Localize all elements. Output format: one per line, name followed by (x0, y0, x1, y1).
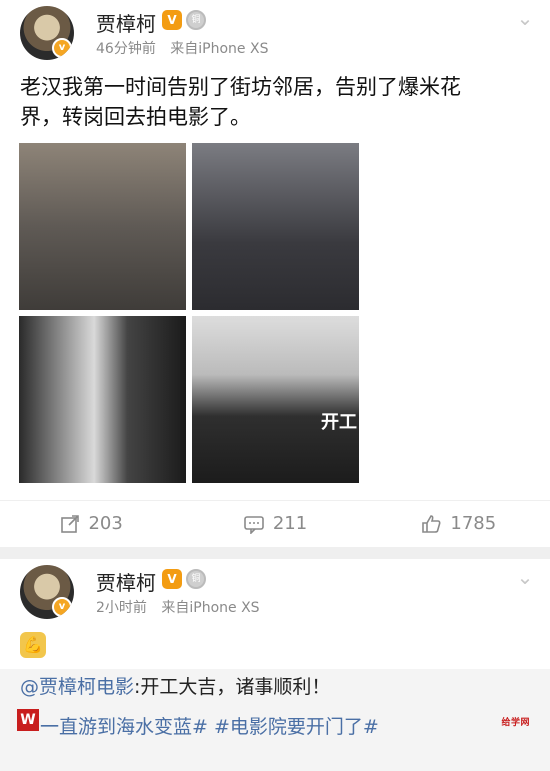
repost-button[interactable]: 203 (0, 501, 183, 546)
post-image-1[interactable] (19, 143, 186, 310)
medal-icon: 铜 (186, 569, 206, 589)
post-divider (0, 547, 550, 559)
chevron-down-icon[interactable]: ⌄ (514, 565, 536, 589)
repost-count: 203 (88, 513, 123, 534)
vip-icon: V (162, 10, 182, 30)
avatar[interactable]: v (20, 565, 74, 619)
vip-icon: V (162, 569, 182, 589)
post-text-line2: 界，转岗回去拍电影了。 (20, 105, 251, 129)
action-bar: 203 211 1785 (0, 500, 550, 546)
post-image-2[interactable] (192, 143, 359, 310)
comment-button[interactable]: 211 (183, 501, 366, 546)
post-meta: 2小时前 来自iPhone XS (96, 597, 270, 617)
flexed-biceps-icon: 💪 (20, 632, 46, 658)
author-name[interactable]: 贾樟柯 (96, 567, 156, 596)
quote-line1: @贾樟柯电影:开工大吉，诸事顺利！ (20, 669, 330, 705)
chevron-down-icon[interactable]: ⌄ (514, 6, 536, 30)
comment-count: 211 (272, 513, 308, 534)
avatar[interactable]: v (20, 6, 74, 60)
verified-badge-icon: v (52, 597, 72, 617)
medal-icon: 铜 (186, 10, 206, 30)
like-icon (422, 514, 441, 533)
post-text: 老汉我第一时间告别了街坊邻居，告别了爆米花 界，转岗回去拍电影了。 (20, 72, 520, 132)
image-caption: 开工 (321, 412, 357, 433)
like-count: 1785 (450, 513, 497, 534)
quote-text: :开工大吉，诸事顺利！ (134, 676, 331, 698)
post-source: 来自iPhone XS (170, 41, 269, 57)
mention-link[interactable]: @贾樟柯电影 (20, 676, 134, 698)
post-image-4[interactable]: 开工 (192, 316, 359, 483)
post-meta: 46分钟前 来自iPhone XS (96, 38, 278, 58)
weibo-post-2: v 贾樟柯 V 铜 2小时前 来自iPhone XS ⌄ 💪 @贾樟柯电影:开工… (0, 559, 550, 771)
verified-badge-icon: v (52, 38, 72, 58)
post-image-3[interactable] (19, 316, 186, 483)
hashtag-links[interactable]: 一直游到海水变蓝# #电影院要开门了# (40, 709, 379, 745)
weibo-post-1: v 贾樟柯 V 铜 46分钟前 来自iPhone XS ⌄ 老汉我第一时间告别了… (0, 0, 550, 547)
image-grid: 开工 (19, 143, 360, 483)
like-button[interactable]: 1785 (367, 501, 550, 546)
post-source: 来自iPhone XS (161, 600, 260, 616)
comment-icon (244, 515, 264, 534)
site-logo-icon: W (17, 709, 39, 731)
post-time: 2小时前 (96, 600, 147, 616)
post-time: 46分钟前 (96, 41, 156, 57)
repost-quote[interactable]: @贾樟柯电影:开工大吉，诸事顺利！ W 一直游到海水变蓝# #电影院要开门了# … (0, 669, 550, 771)
post-text-line1: 老汉我第一时间告别了街坊邻居，告别了爆米花 (20, 75, 461, 99)
repost-icon (61, 514, 80, 533)
author-name[interactable]: 贾樟柯 (96, 8, 156, 37)
watermark: 给学网 (501, 718, 530, 728)
